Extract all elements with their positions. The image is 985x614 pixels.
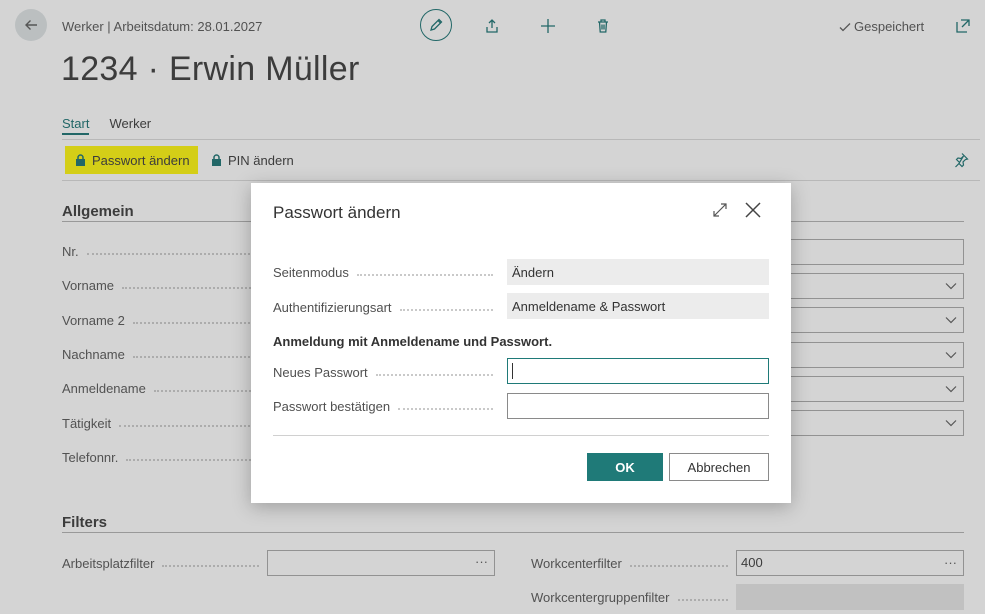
login-info-text: Anmeldung mit Anmeldename und Passwort. <box>273 334 553 349</box>
auth-type-label: Authentifizierungsart <box>273 300 501 315</box>
new-password-label-text: Neues Passwort <box>273 365 368 380</box>
page-mode-label-text: Seitenmodus <box>273 265 349 280</box>
password-change-dialog: Passwort ändern Seitenmodus Ändern Authe… <box>251 183 791 503</box>
confirm-password-input[interactable] <box>507 393 769 419</box>
page-mode-value: Ändern <box>507 259 769 285</box>
leader-dots <box>398 407 493 410</box>
auth-type-label-text: Authentifizierungsart <box>273 300 392 315</box>
dialog-divider <box>273 435 769 436</box>
new-password-label: Neues Passwort <box>273 365 501 380</box>
dialog-title: Passwort ändern <box>273 203 401 222</box>
expand-dialog-button[interactable] <box>712 202 730 220</box>
leader-dots <box>375 373 493 376</box>
expand-icon <box>713 203 727 217</box>
text-cursor <box>512 363 513 379</box>
new-password-input[interactable] <box>507 358 769 384</box>
close-icon <box>745 202 761 218</box>
ok-button[interactable]: OK <box>587 453 663 481</box>
cancel-button[interactable]: Abbrechen <box>669 453 769 481</box>
leader-dots <box>399 308 493 311</box>
page-mode-label: Seitenmodus <box>273 265 501 280</box>
auth-type-value: Anmeldename & Passwort <box>507 293 769 319</box>
leader-dots <box>356 273 493 276</box>
confirm-password-label: Passwort bestätigen <box>273 399 501 414</box>
close-dialog-button[interactable] <box>744 201 762 219</box>
confirm-password-label-text: Passwort bestätigen <box>273 399 391 414</box>
